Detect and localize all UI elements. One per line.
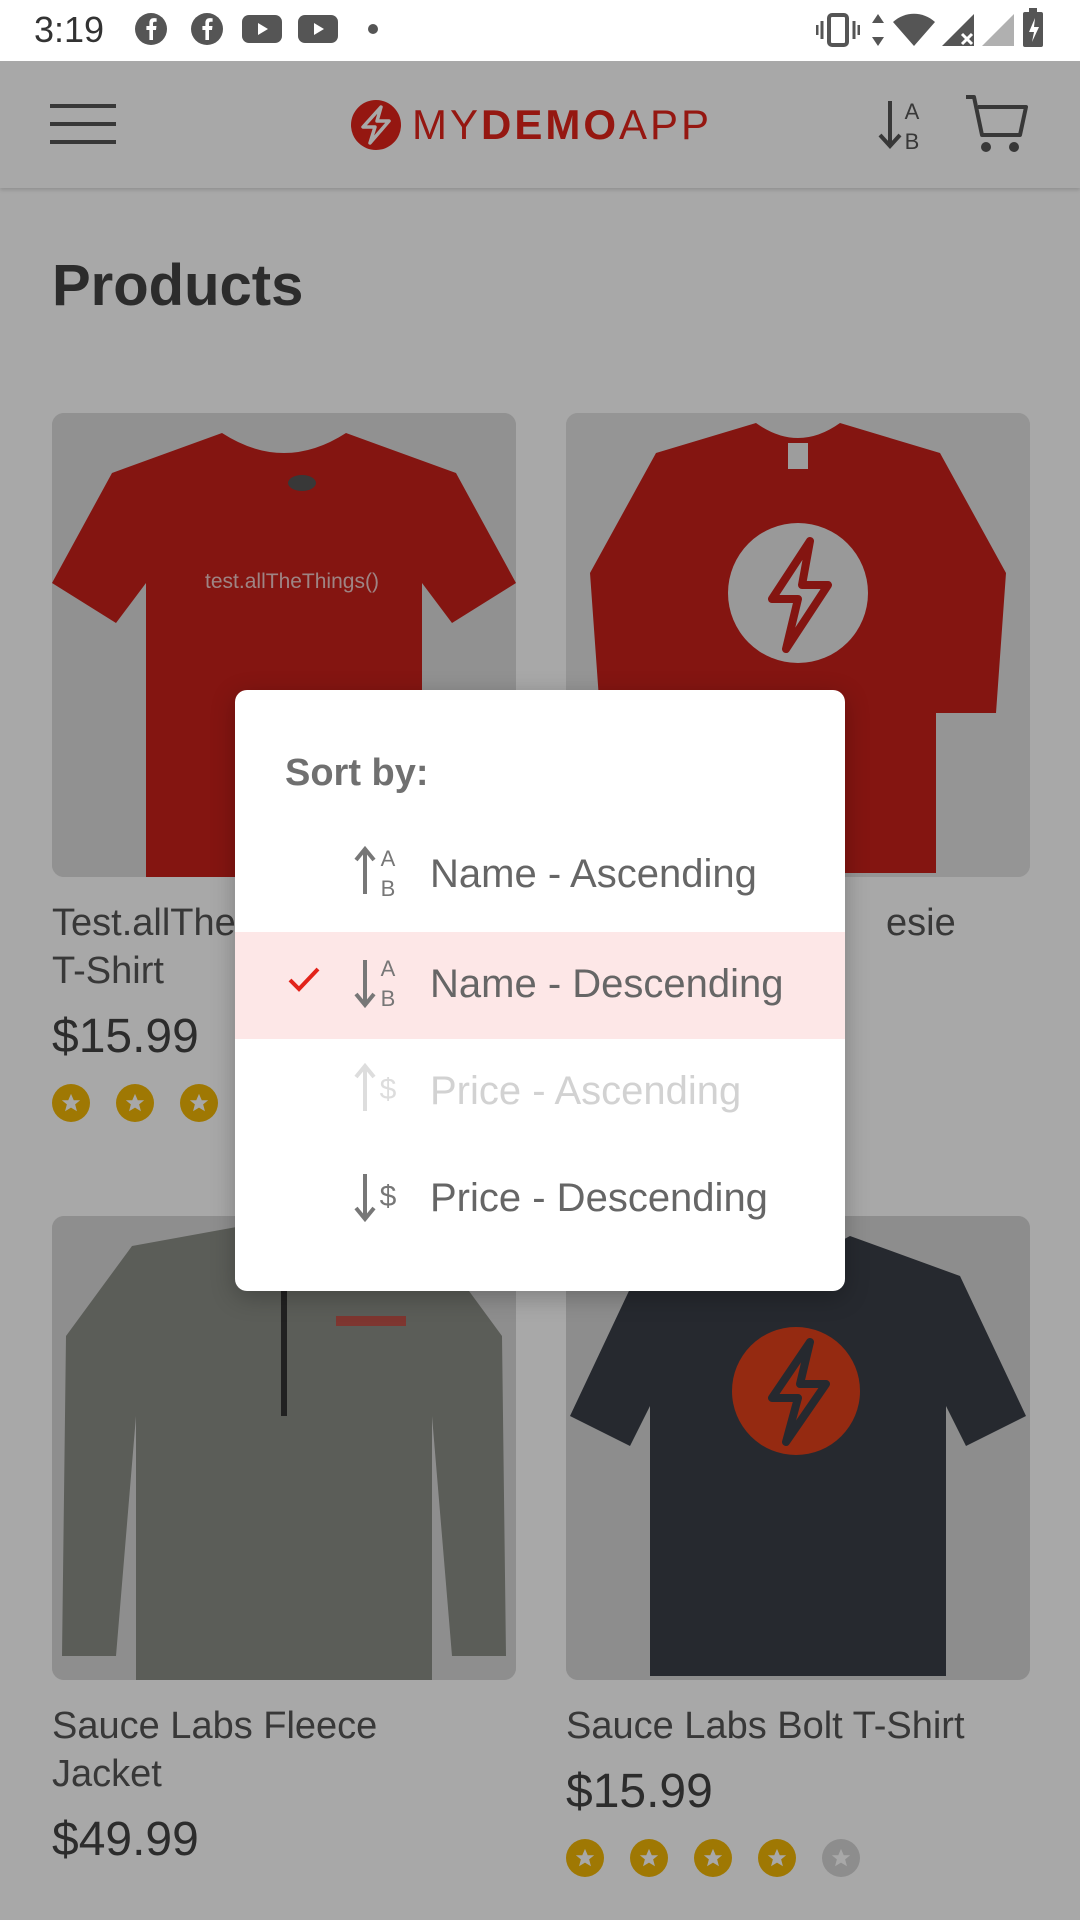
battery-charging-icon [1023, 8, 1043, 47]
dot-icon [368, 24, 378, 34]
sort-option-price-asc[interactable]: $ Price - Ascending [235, 1039, 845, 1146]
data-arrows-icon [872, 14, 884, 46]
svg-text:B: B [381, 986, 396, 1010]
sort-dialog: Sort by: A B Name - Ascending A B Name -… [235, 690, 845, 1291]
status-time: 3:19 [34, 9, 105, 50]
signal-icon [982, 14, 1014, 46]
svg-text:$: $ [380, 1073, 397, 1106]
sort-option-price-desc[interactable]: $ Price - Descending [235, 1146, 845, 1253]
sort-name-asc-icon: A B [354, 845, 396, 900]
sort-price-asc-icon: $ [354, 1062, 397, 1111]
sort-option-name-desc[interactable]: A B Name - Descending [235, 932, 845, 1039]
sort-option-label: Name - Descending [430, 962, 784, 1006]
vibrate-icon [816, 13, 860, 47]
svg-text:$: $ [380, 1180, 397, 1213]
wifi-icon [893, 13, 935, 46]
svg-text:B: B [381, 876, 396, 900]
dialog-title: Sort by: [285, 752, 429, 794]
sort-option-label: Price - Descending [430, 1176, 768, 1220]
facebook-icon [191, 13, 223, 45]
facebook-icon [135, 13, 167, 45]
svg-text:A: A [381, 846, 396, 871]
sort-option-name-asc[interactable]: A B Name - Ascending [235, 822, 845, 929]
sort-price-desc-icon: $ [354, 1174, 397, 1223]
status-bar: 3:19 [0, 0, 1080, 61]
sort-name-desc-icon: A B [354, 956, 396, 1010]
sort-option-label: Price - Ascending [430, 1069, 742, 1113]
youtube-icon [298, 15, 338, 43]
svg-text:A: A [381, 956, 396, 981]
sort-option-label: Name - Ascending [430, 852, 757, 896]
signal-icon [942, 14, 974, 46]
youtube-icon [242, 15, 282, 43]
check-icon [288, 967, 320, 992]
